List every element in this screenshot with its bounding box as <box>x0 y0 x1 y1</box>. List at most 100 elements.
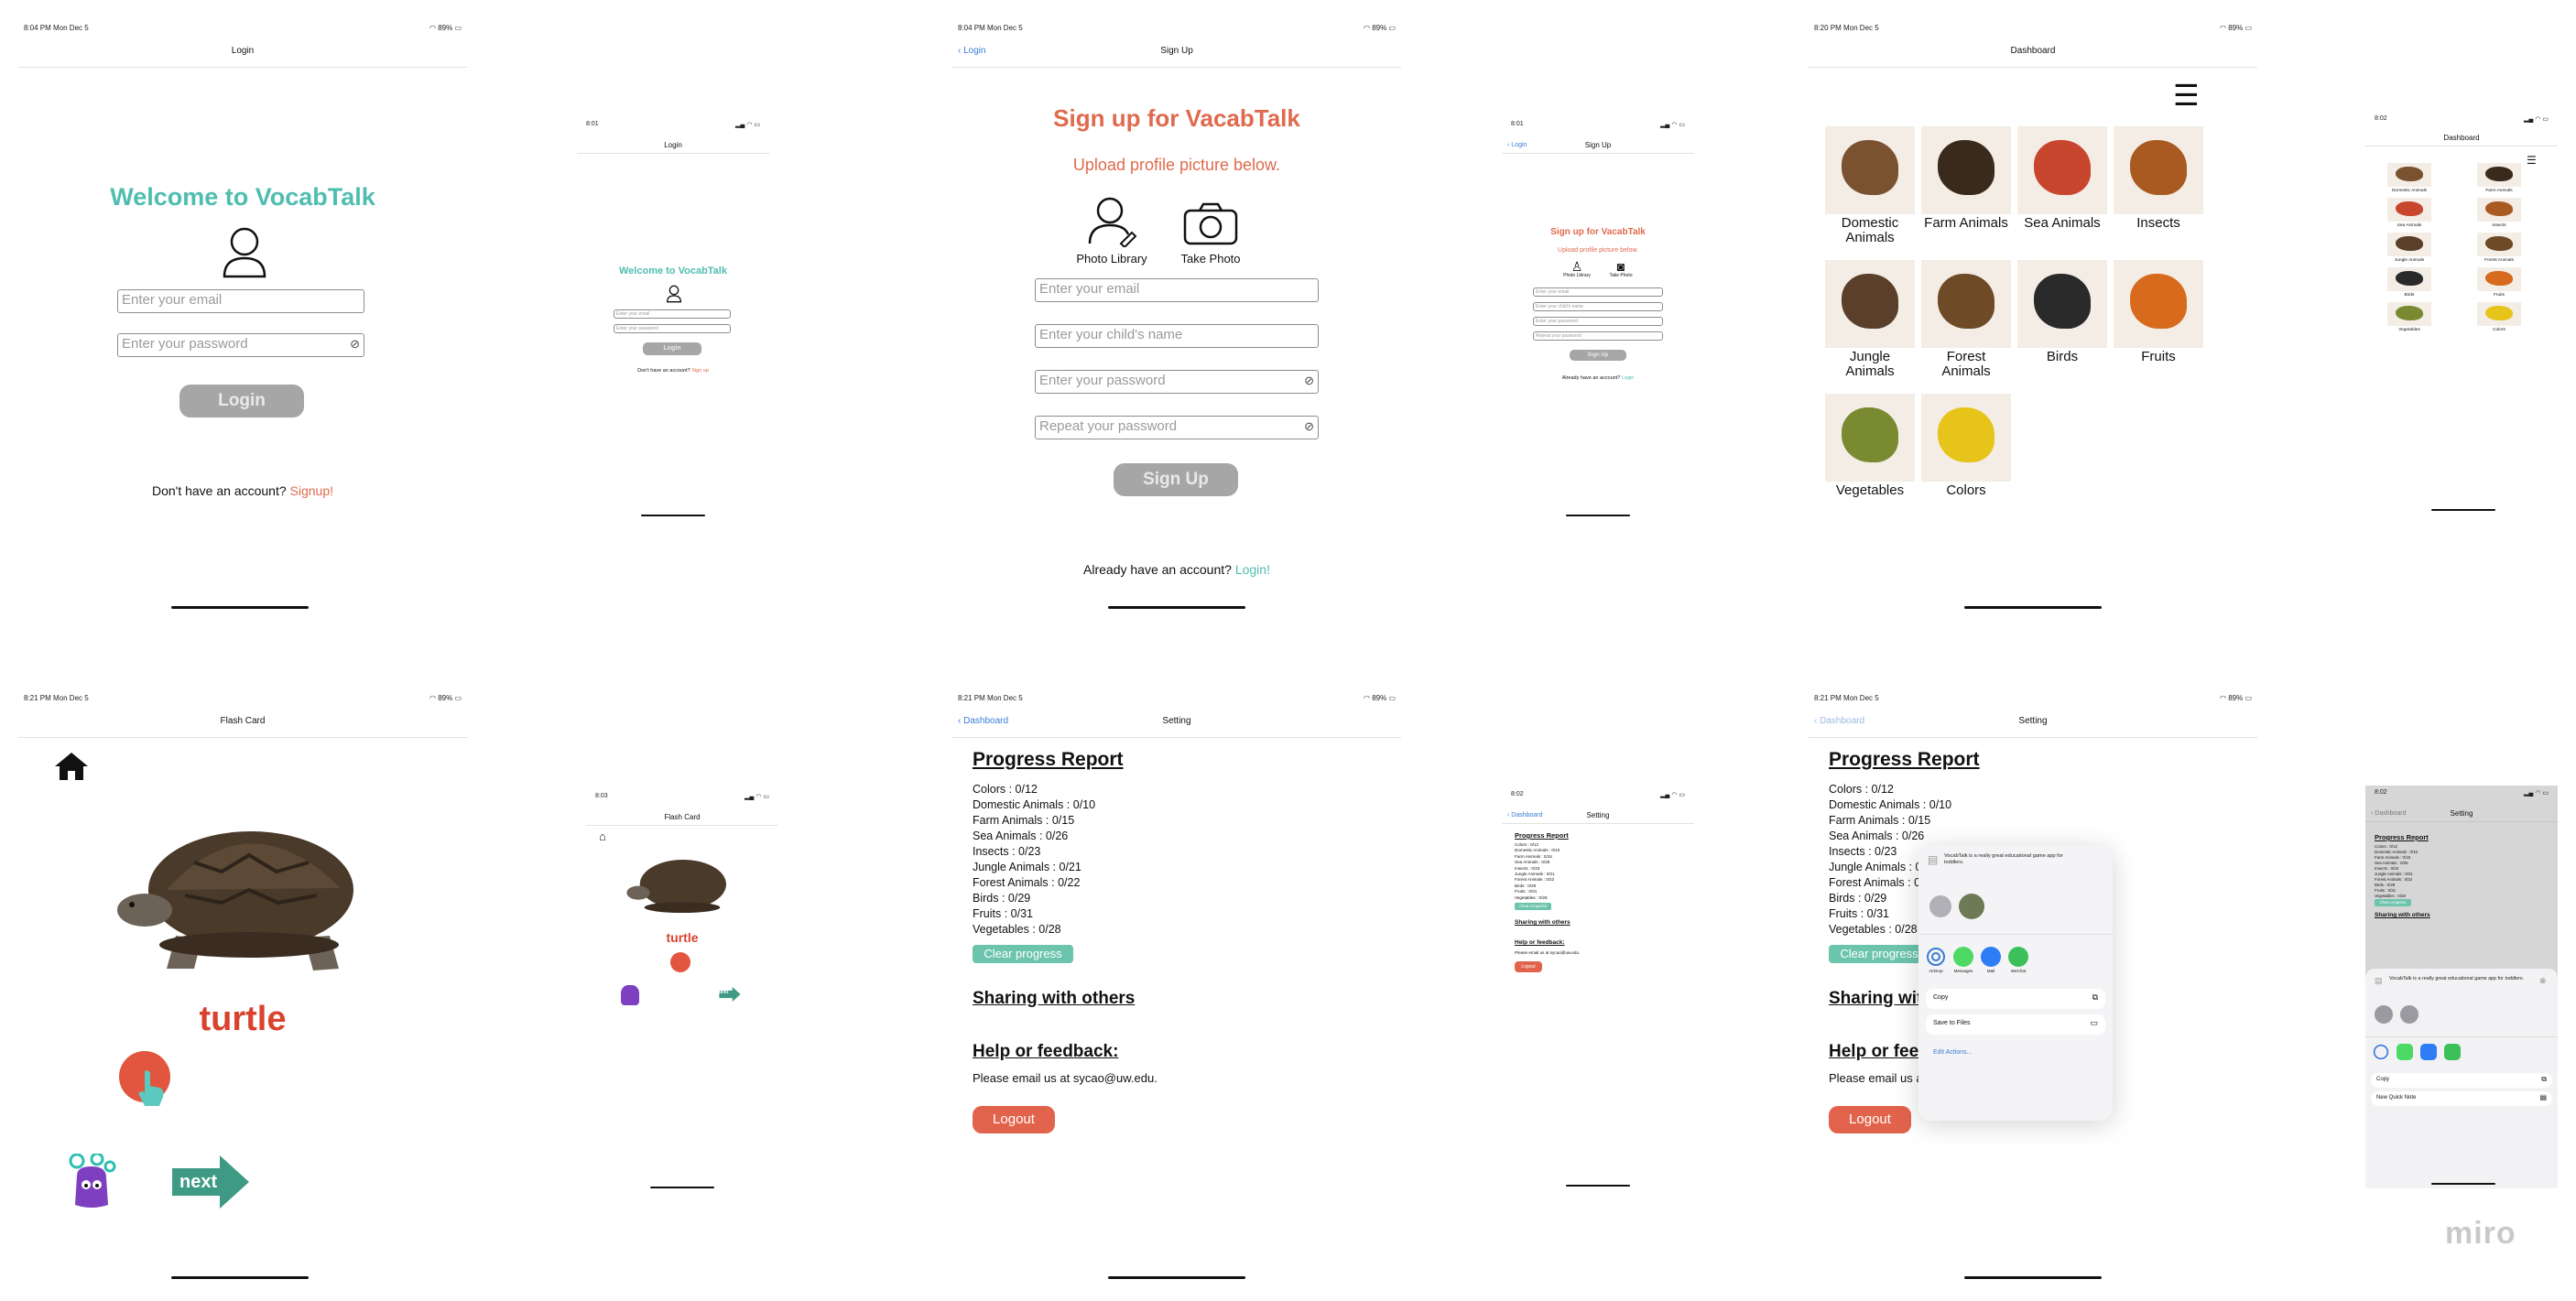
logout-button[interactable]: Logout <box>1515 961 1542 972</box>
sharing-link[interactable]: Sharing with others <box>2375 912 2430 918</box>
back-button[interactable]: ‹ Dashboard <box>952 710 1008 732</box>
login-link[interactable]: Login! <box>1235 562 1270 577</box>
category-tile[interactable]: Birds <box>2387 267 2431 298</box>
turtle-image <box>626 859 726 914</box>
category-tile[interactable]: Vegetables <box>2387 302 2431 332</box>
login-button[interactable]: Login <box>643 342 701 355</box>
category-tile[interactable]: Fruits <box>2114 260 2203 364</box>
wechat-icon[interactable] <box>2444 1044 2461 1060</box>
password-input[interactable]: Enter your password ⊘ <box>1035 370 1319 394</box>
category-label: Vegetables <box>1835 482 1905 498</box>
progress-item: Vegetables : 0/28 <box>973 923 1061 936</box>
copy-action[interactable]: Copy ⧉ <box>1926 989 2105 1009</box>
eye-slash-icon[interactable]: ⊘ <box>350 334 360 354</box>
clear-progress-button[interactable]: Clear progress <box>1515 903 1551 910</box>
photo-library-button[interactable]: Photo Library <box>1066 194 1158 266</box>
logout-button[interactable]: Logout <box>973 1106 1055 1133</box>
mail-icon[interactable] <box>2420 1044 2437 1060</box>
menu-icon[interactable]: ☰ <box>2527 154 2537 167</box>
flashcard-word: turtle <box>666 930 699 945</box>
category-tile[interactable]: Colors <box>1921 394 2011 498</box>
eye-slash-icon[interactable]: ⊘ <box>1304 371 1314 391</box>
category-tile[interactable]: Jungle Animals <box>2387 233 2431 263</box>
child-name-input[interactable]: Enter your child's name <box>1533 302 1663 311</box>
progress-item: Sea Animals : 0/26 <box>973 829 1069 842</box>
category-tile[interactable]: Forest Animals <box>2477 233 2521 263</box>
category-tile[interactable]: Birds <box>2017 260 2107 364</box>
edit-actions-link[interactable]: Edit Actions... <box>1933 1049 1972 1056</box>
contact-avatar[interactable] <box>1959 894 1984 919</box>
category-tile[interactable]: Fruits <box>2477 267 2521 298</box>
category-tile[interactable]: Sea Animals <box>2017 126 2107 231</box>
repeat-password-input[interactable]: Repeat your password <box>1533 331 1663 341</box>
contact-avatar[interactable] <box>2375 1005 2393 1024</box>
sharing-link[interactable]: Sharing with others <box>973 989 1135 1009</box>
signup-link[interactable]: Sign up <box>691 368 709 374</box>
next-button[interactable]: next <box>172 1155 249 1209</box>
mail-icon[interactable] <box>1981 947 2001 967</box>
category-tile[interactable]: Colors <box>2477 302 2521 332</box>
eye-slash-icon[interactable]: ⊘ <box>1304 417 1314 437</box>
category-tile[interactable]: Domestic Animals <box>2387 163 2431 193</box>
share-app-label: AirDrop <box>1929 969 1943 973</box>
close-icon[interactable]: ⊗ <box>2539 976 2547 986</box>
back-button[interactable]: ‹ Login <box>1502 139 1527 152</box>
contact-avatar[interactable] <box>2400 1005 2418 1024</box>
clear-progress-button[interactable]: Clear progress <box>1829 945 1929 963</box>
home-icon[interactable]: ⌂ <box>599 829 606 843</box>
category-tile[interactable]: Sea Animals <box>2387 198 2431 228</box>
back-button[interactable]: ‹ Dashboard <box>1502 809 1543 822</box>
category-tile[interactable]: Domestic Animals <box>1825 126 1915 245</box>
status-bar: 8:21 PM Mon Dec 5 ◠ 89% ▭ <box>24 694 462 702</box>
progress-item: Farm Animals : 0/15 <box>973 814 1075 827</box>
speak-button[interactable] <box>670 952 690 972</box>
take-photo-button[interactable]: Take Photo <box>1165 201 1256 266</box>
category-tile[interactable]: Jungle Animals <box>1825 260 1915 379</box>
email-input[interactable]: Enter your email <box>1035 278 1319 302</box>
home-icon[interactable] <box>53 751 90 782</box>
logout-button[interactable]: Logout <box>1829 1106 1911 1133</box>
take-photo-button[interactable]: ◙ Take Photo <box>1601 260 1641 278</box>
password-input[interactable]: Enter your password ⊘ <box>117 333 364 357</box>
login-button[interactable]: Login <box>179 385 304 417</box>
child-name-input[interactable]: Enter your child's name <box>1035 324 1319 348</box>
save-files-action[interactable]: Save to Files ▭ <box>1926 1014 2105 1035</box>
back-button[interactable]: ‹ Login <box>952 40 986 62</box>
category-label: Colors <box>1946 482 1986 498</box>
photo-library-button[interactable]: ♙ Photo Library <box>1557 260 1597 278</box>
clear-progress-button[interactable]: Clear progress <box>973 945 1073 963</box>
email-input[interactable]: Enter your email <box>117 289 364 313</box>
email-input[interactable]: Enter your email <box>1533 287 1663 297</box>
login-link[interactable]: Login <box>1622 375 1634 381</box>
category-tile[interactable]: Farm Animals <box>1921 126 2011 231</box>
quick-note-action[interactable]: New Quick Note ▤ <box>2371 1091 2552 1106</box>
status-bar: 8:02 ▂▄ ◠ ▭ <box>1511 791 1685 798</box>
password-input[interactable]: Enter your password <box>614 324 731 333</box>
category-tile[interactable]: Forest Animals <box>1921 260 2011 379</box>
contact-avatar[interactable] <box>1929 895 1951 917</box>
copy-action[interactable]: Copy ⧉ <box>2371 1073 2552 1088</box>
next-button[interactable]: next <box>714 987 745 1002</box>
category-tile[interactable]: Insects <box>2477 198 2521 228</box>
category-tile[interactable]: Insects <box>2114 126 2203 231</box>
signup-button[interactable]: Sign Up <box>1114 463 1238 496</box>
email-input[interactable]: Enter your email <box>614 309 731 319</box>
wechat-icon[interactable] <box>2008 947 2028 967</box>
category-tile[interactable]: Farm Animals <box>2477 163 2521 193</box>
airdrop-icon[interactable] <box>2373 1044 2389 1060</box>
clear-progress-button[interactable]: Clear progress <box>2375 899 2411 906</box>
home-indicator <box>1566 515 1630 516</box>
menu-icon[interactable]: ☰ <box>2173 81 2200 110</box>
messages-icon[interactable] <box>1953 947 1973 967</box>
signup-link[interactable]: Signup! <box>290 483 333 498</box>
sharing-link[interactable]: Sharing with others <box>1515 919 1571 926</box>
back-button[interactable]: ‹ Dashboard <box>2365 808 2407 820</box>
category-tile[interactable]: Vegetables <box>1825 394 1915 498</box>
speak-button[interactable] <box>119 1051 174 1106</box>
airdrop-icon[interactable] <box>1926 947 1946 967</box>
password-input[interactable]: Enter your password <box>1533 317 1663 326</box>
signup-button[interactable]: Sign Up <box>1570 350 1626 361</box>
repeat-password-input[interactable]: Repeat your password ⊘ <box>1035 416 1319 439</box>
messages-icon[interactable] <box>2397 1044 2413 1060</box>
back-button[interactable]: ‹ Dashboard <box>1809 710 1864 732</box>
